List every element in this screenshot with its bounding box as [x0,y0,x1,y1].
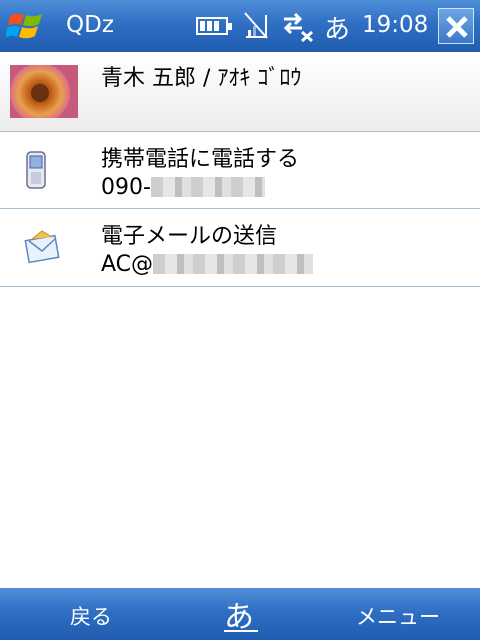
connectivity-icon[interactable] [282,10,314,42]
clock[interactable]: 19:08 [362,12,428,38]
windows-logo-icon[interactable] [6,8,46,44]
contact-name: 青木 五郎 / ｱｵｷ ｺﾞﾛｳ [101,66,302,91]
ime-indicator[interactable]: あ [324,9,350,46]
mobile-phone-icon [26,151,46,189]
contact-header-row[interactable]: 青木 五郎 / ｱｵｷ ｺﾞﾛｳ [0,52,480,132]
redacted-email [153,253,314,274]
no-signal-icon[interactable] [243,10,269,40]
title-bar: QDz あ 19:08 [0,0,480,52]
redacted-number [150,176,265,197]
back-softkey[interactable]: 戻る [70,601,112,631]
input-method-underline [224,630,258,632]
contact-photo [10,65,78,118]
mobile-number: 090- [101,175,265,200]
close-button[interactable] [438,8,474,44]
email-address-prefix: AC@ [101,252,154,277]
app-title: QDz [66,12,114,38]
softkey-bar: 戻る あ メニュー [0,588,480,640]
close-icon [446,16,468,38]
email-address: AC@ [101,252,314,277]
contact-detail-list: 青木 五郎 / ｱｵｷ ｺﾞﾛｳ 携帯電話に電話する 090- 電子メールの送信… [0,52,480,287]
call-mobile-row[interactable]: 携帯電話に電話する 090- [0,132,480,209]
battery-icon[interactable] [196,17,232,35]
send-email-row[interactable]: 電子メールの送信 AC@ [0,209,480,287]
send-email-label: 電子メールの送信 [101,224,278,249]
call-mobile-label: 携帯電話に電話する [101,147,300,172]
envelope-icon [24,230,60,264]
mobile-number-prefix: 090- [101,175,151,200]
menu-softkey[interactable]: メニュー [356,601,440,631]
